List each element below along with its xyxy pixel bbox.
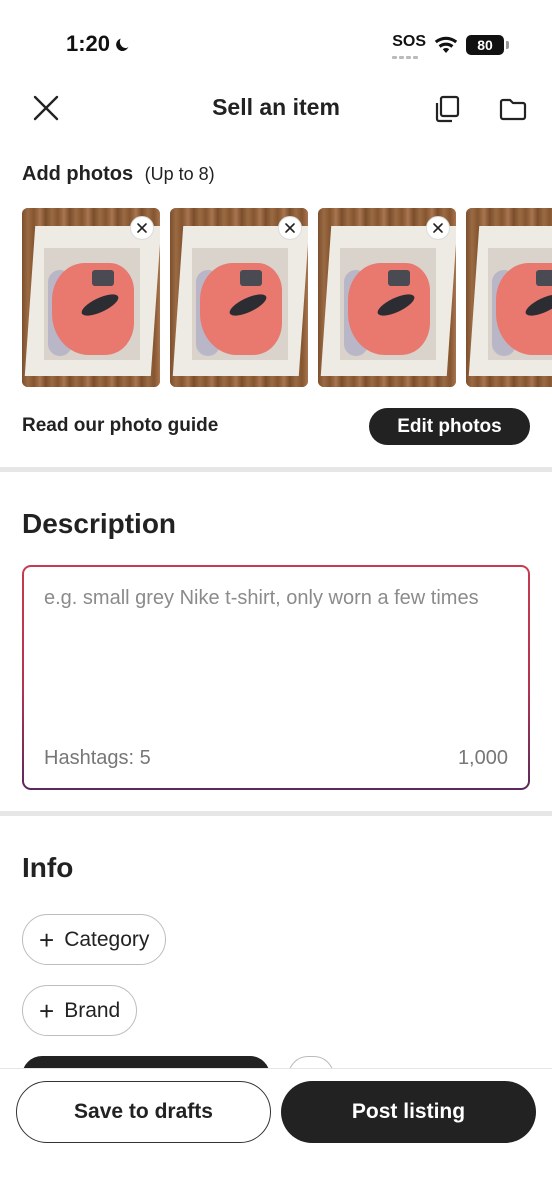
close-icon	[433, 223, 443, 233]
chip-label: Category	[64, 927, 150, 951]
page-title: Sell an item	[212, 94, 340, 120]
photos-limit: (Up to 8)	[144, 164, 215, 184]
info-heading: Info	[22, 852, 74, 883]
bottom-action-bar: Save to drafts Post listing	[0, 1068, 552, 1200]
photo-guide-link[interactable]: Read our photo guide	[22, 415, 218, 437]
chip-label: Brand	[64, 998, 121, 1022]
description-field[interactable]: e.g. small grey Nike t-shirt, only worn …	[22, 565, 530, 790]
remove-photo-button[interactable]	[278, 216, 302, 240]
battery-level: 80	[477, 37, 493, 53]
character-counter: 1,000	[457, 747, 508, 769]
folder-icon[interactable]	[498, 94, 528, 124]
description-placeholder: e.g. small grey Nike t-shirt, only worn …	[44, 587, 479, 609]
photos-title: Add photos	[22, 163, 134, 185]
photos-heading: Add photos (Up to 8)	[22, 163, 215, 186]
hashtags-label: Hashtags:	[44, 747, 140, 769]
brand-chip[interactable]: + Brand	[22, 985, 138, 1036]
battery-icon: 80	[466, 35, 509, 55]
photo-thumbnail[interactable]	[170, 208, 308, 387]
section-divider	[0, 467, 552, 472]
plus-icon: +	[39, 924, 55, 955]
section-divider	[0, 811, 552, 816]
close-icon	[137, 223, 147, 233]
close-icon	[285, 223, 295, 233]
remove-photo-button[interactable]	[426, 216, 450, 240]
hashtags-remaining: 5	[139, 747, 151, 769]
plus-icon: +	[39, 995, 55, 1026]
sos-indicator: SOS	[392, 33, 426, 59]
nav-bar: Sell an item	[0, 82, 552, 134]
wifi-icon	[434, 36, 458, 53]
edit-photos-button[interactable]: Edit photos	[369, 408, 530, 445]
status-time: 1:20	[66, 31, 132, 57]
save-to-drafts-button[interactable]: Save to drafts	[16, 1081, 271, 1143]
status-bar: 1:20 SOS 80	[0, 0, 552, 88]
moon-icon	[116, 38, 129, 51]
photo-thumbnail[interactable]	[466, 208, 552, 387]
photo-thumbnail[interactable]	[22, 208, 160, 387]
post-listing-button[interactable]: Post listing	[281, 1081, 536, 1143]
hashtags-counter: Hashtags: 5	[44, 747, 151, 770]
remove-photo-button[interactable]	[130, 216, 154, 240]
description-heading: Description	[22, 508, 177, 539]
copy-icon[interactable]	[432, 94, 462, 124]
sos-text: SOS	[392, 33, 426, 50]
status-indicators: SOS 80	[392, 33, 509, 59]
signal-dots	[392, 56, 419, 59]
category-chip[interactable]: + Category	[22, 914, 167, 965]
time-text: 1:20	[66, 31, 111, 56]
photo-thumbnail[interactable]	[318, 208, 456, 387]
photo-strip[interactable]	[22, 208, 552, 388]
